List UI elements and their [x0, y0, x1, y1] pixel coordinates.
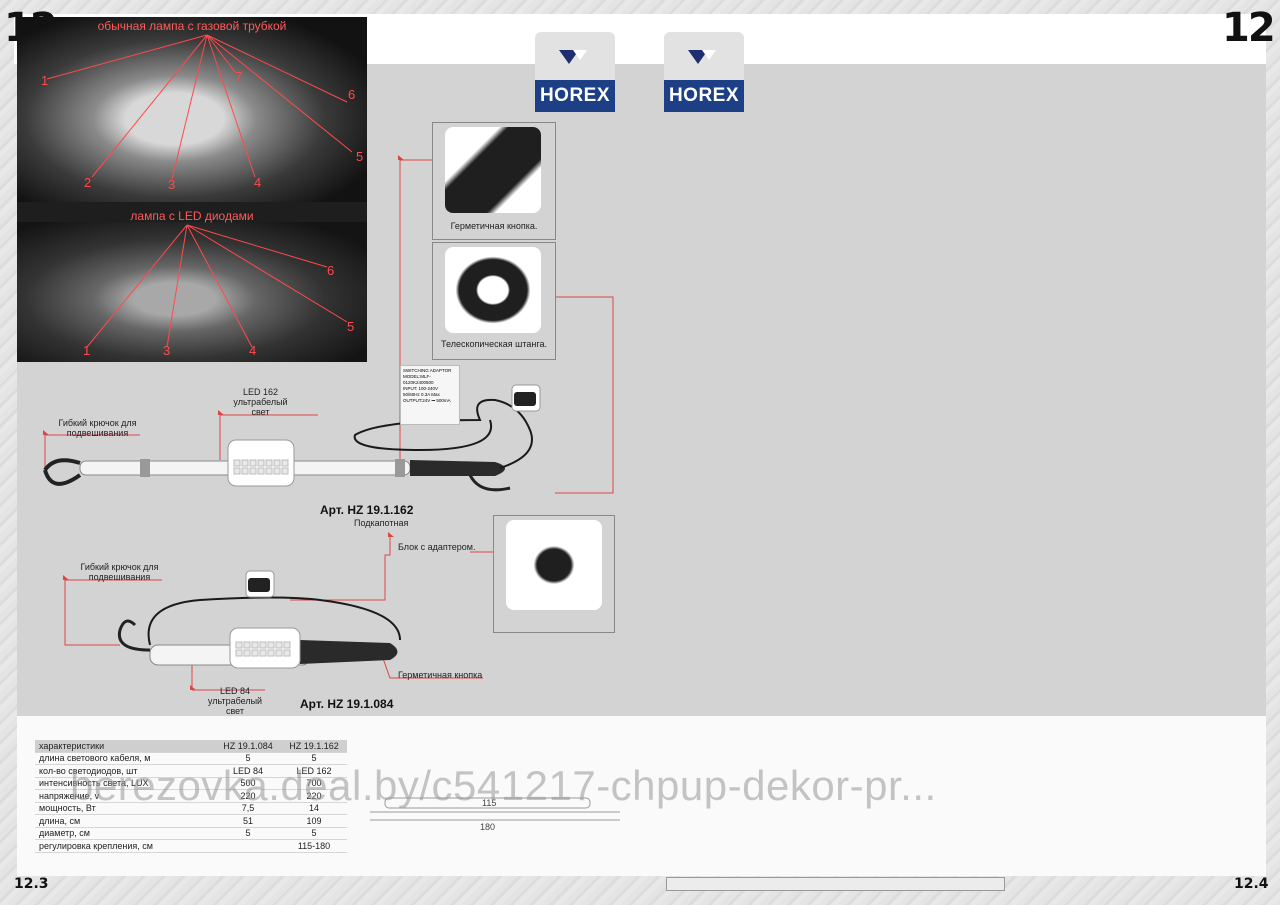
table-header-cell: характеристики	[35, 740, 215, 753]
telescopic-closeup-image	[445, 247, 541, 333]
dimension-outer: 180	[480, 822, 496, 832]
detail-button-caption: Герметичная кнопка.	[450, 221, 538, 231]
detail-button-box: Герметичная кнопка.	[432, 122, 556, 240]
table-header-cell: HZ 19.1.162	[281, 740, 347, 753]
detail-telescopic-box: Телескопическая штанга.	[432, 242, 556, 360]
catalog-page: 12 12 обычная лампа с газовой трубкой ла…	[0, 0, 1280, 905]
page-number-left: 12.3	[14, 876, 49, 892]
table-row: регулировка крепления, см 115-180	[35, 839, 347, 853]
adapter-label-output: OUTPUT:24V ⎓ 500mA	[403, 398, 451, 403]
footer-bar	[666, 877, 1005, 891]
callout-button-bottom: Герметичная кнопка	[398, 670, 483, 680]
adapter-closeup-image	[506, 520, 602, 610]
table-header-row: характеристики HZ 19.1.084 HZ 19.1.162	[35, 740, 347, 753]
article-084: Арт. HZ 19.1.084	[300, 697, 394, 711]
article-162-subtitle: Подкапотная	[354, 518, 409, 528]
watermark: berezovka.deal.by/c541217-chpup-dekor-pr…	[70, 762, 937, 809]
detail-telescopic-caption: Телескопическая штанга.	[441, 339, 547, 349]
adapter-label-model: MODEL:MLF-0120K2400500	[403, 374, 434, 385]
table-header-cell: HZ 19.1.084	[215, 740, 281, 753]
detail-adapter-box	[493, 515, 615, 633]
callout-led162: LED 162 ультрабелый свет	[233, 387, 288, 417]
callout-led84: LED 84 ультрабелый свет	[207, 686, 263, 716]
article-162: Арт. HZ 19.1.162	[320, 503, 414, 517]
table-row: диаметр, см 5 5	[35, 827, 347, 840]
table-row: длина, см 51 109	[35, 814, 347, 828]
page-number-right: 12.4	[1234, 876, 1269, 892]
callout-hook-top: Гибкий крючок для подвешивания	[58, 418, 137, 438]
adapter-label: SWITCHING ADAPTOR MODEL:MLF-0120K2400500…	[400, 365, 460, 425]
button-closeup-image	[445, 127, 541, 213]
callout-hook-bottom: Гибкий крючок для подвешивания	[80, 562, 159, 582]
callout-adapter-block: Блок с адаптером.	[398, 542, 476, 552]
